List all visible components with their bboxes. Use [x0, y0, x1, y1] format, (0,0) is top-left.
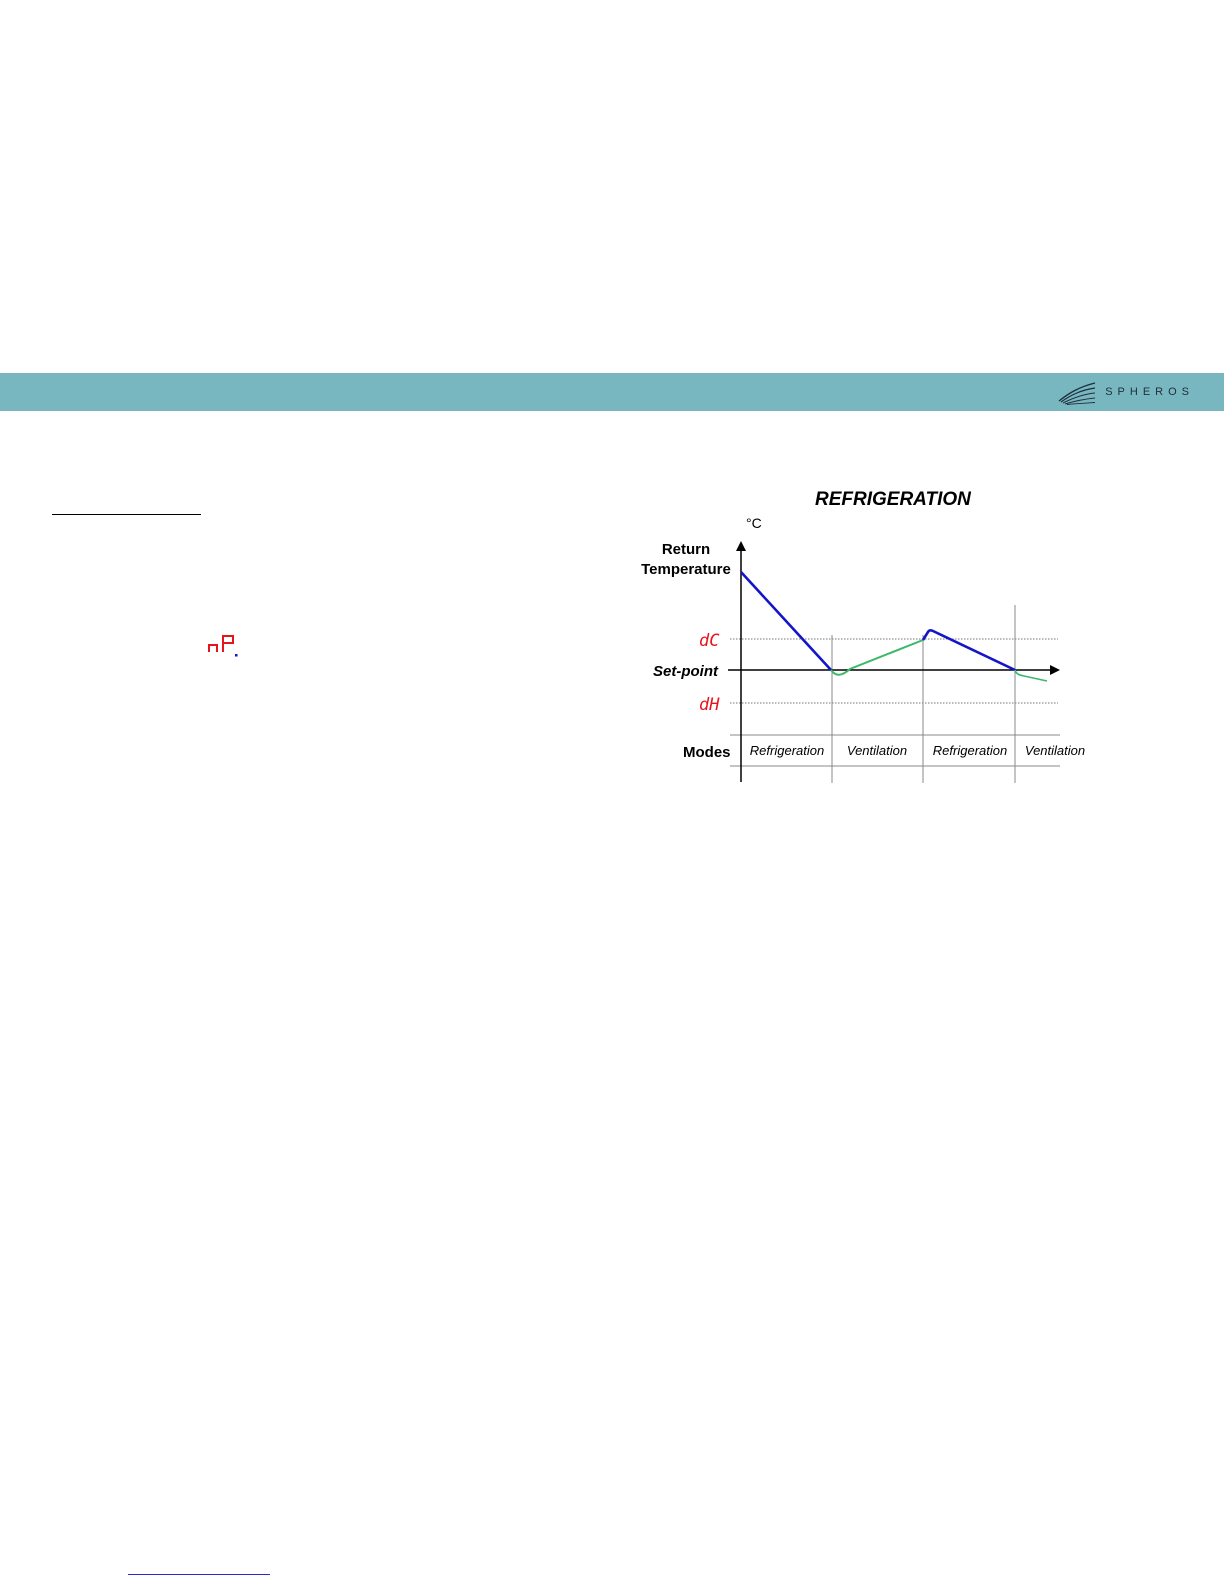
diagram-title: REFRIGERATION	[815, 489, 972, 510]
brand-name: SPHEROS	[1105, 386, 1194, 398]
section-heading-underline	[52, 514, 201, 515]
setpoint-label: Set-point	[653, 663, 719, 680]
refrigeration-curve-1	[740, 571, 832, 671]
footer-link-underline	[128, 1574, 270, 1575]
x-axis-arrowhead	[1050, 665, 1060, 675]
refrigeration-curve-2	[921, 629, 1016, 672]
mode-refrigeration-2: Refrigeration	[933, 743, 1007, 758]
refrigeration-diagram: REFRIGERATION °C Return Temperature dC S…	[641, 489, 1085, 783]
brand-logo: SPHEROS	[1057, 373, 1194, 411]
mode-ventilation-1: Ventilation	[847, 743, 907, 758]
dc-level-label: dC	[699, 631, 720, 651]
seven-segment-np-display-icon	[208, 635, 238, 657]
ventilation-curve-2	[1014, 669, 1048, 682]
spheros-swoosh-icon	[1058, 382, 1096, 405]
y-axis-label-line1: Return	[662, 541, 710, 558]
y-axis-label-line2: Temperature	[641, 561, 731, 578]
dh-level-label: dH	[699, 695, 720, 715]
mode-ventilation-2: Ventilation	[1025, 743, 1085, 758]
y-axis-arrowhead	[736, 541, 746, 551]
mode-refrigeration-1: Refrigeration	[750, 743, 824, 758]
header-band: SPHEROS	[0, 373, 1224, 411]
modes-label: Modes	[683, 744, 731, 761]
unit-label: °C	[746, 515, 762, 531]
